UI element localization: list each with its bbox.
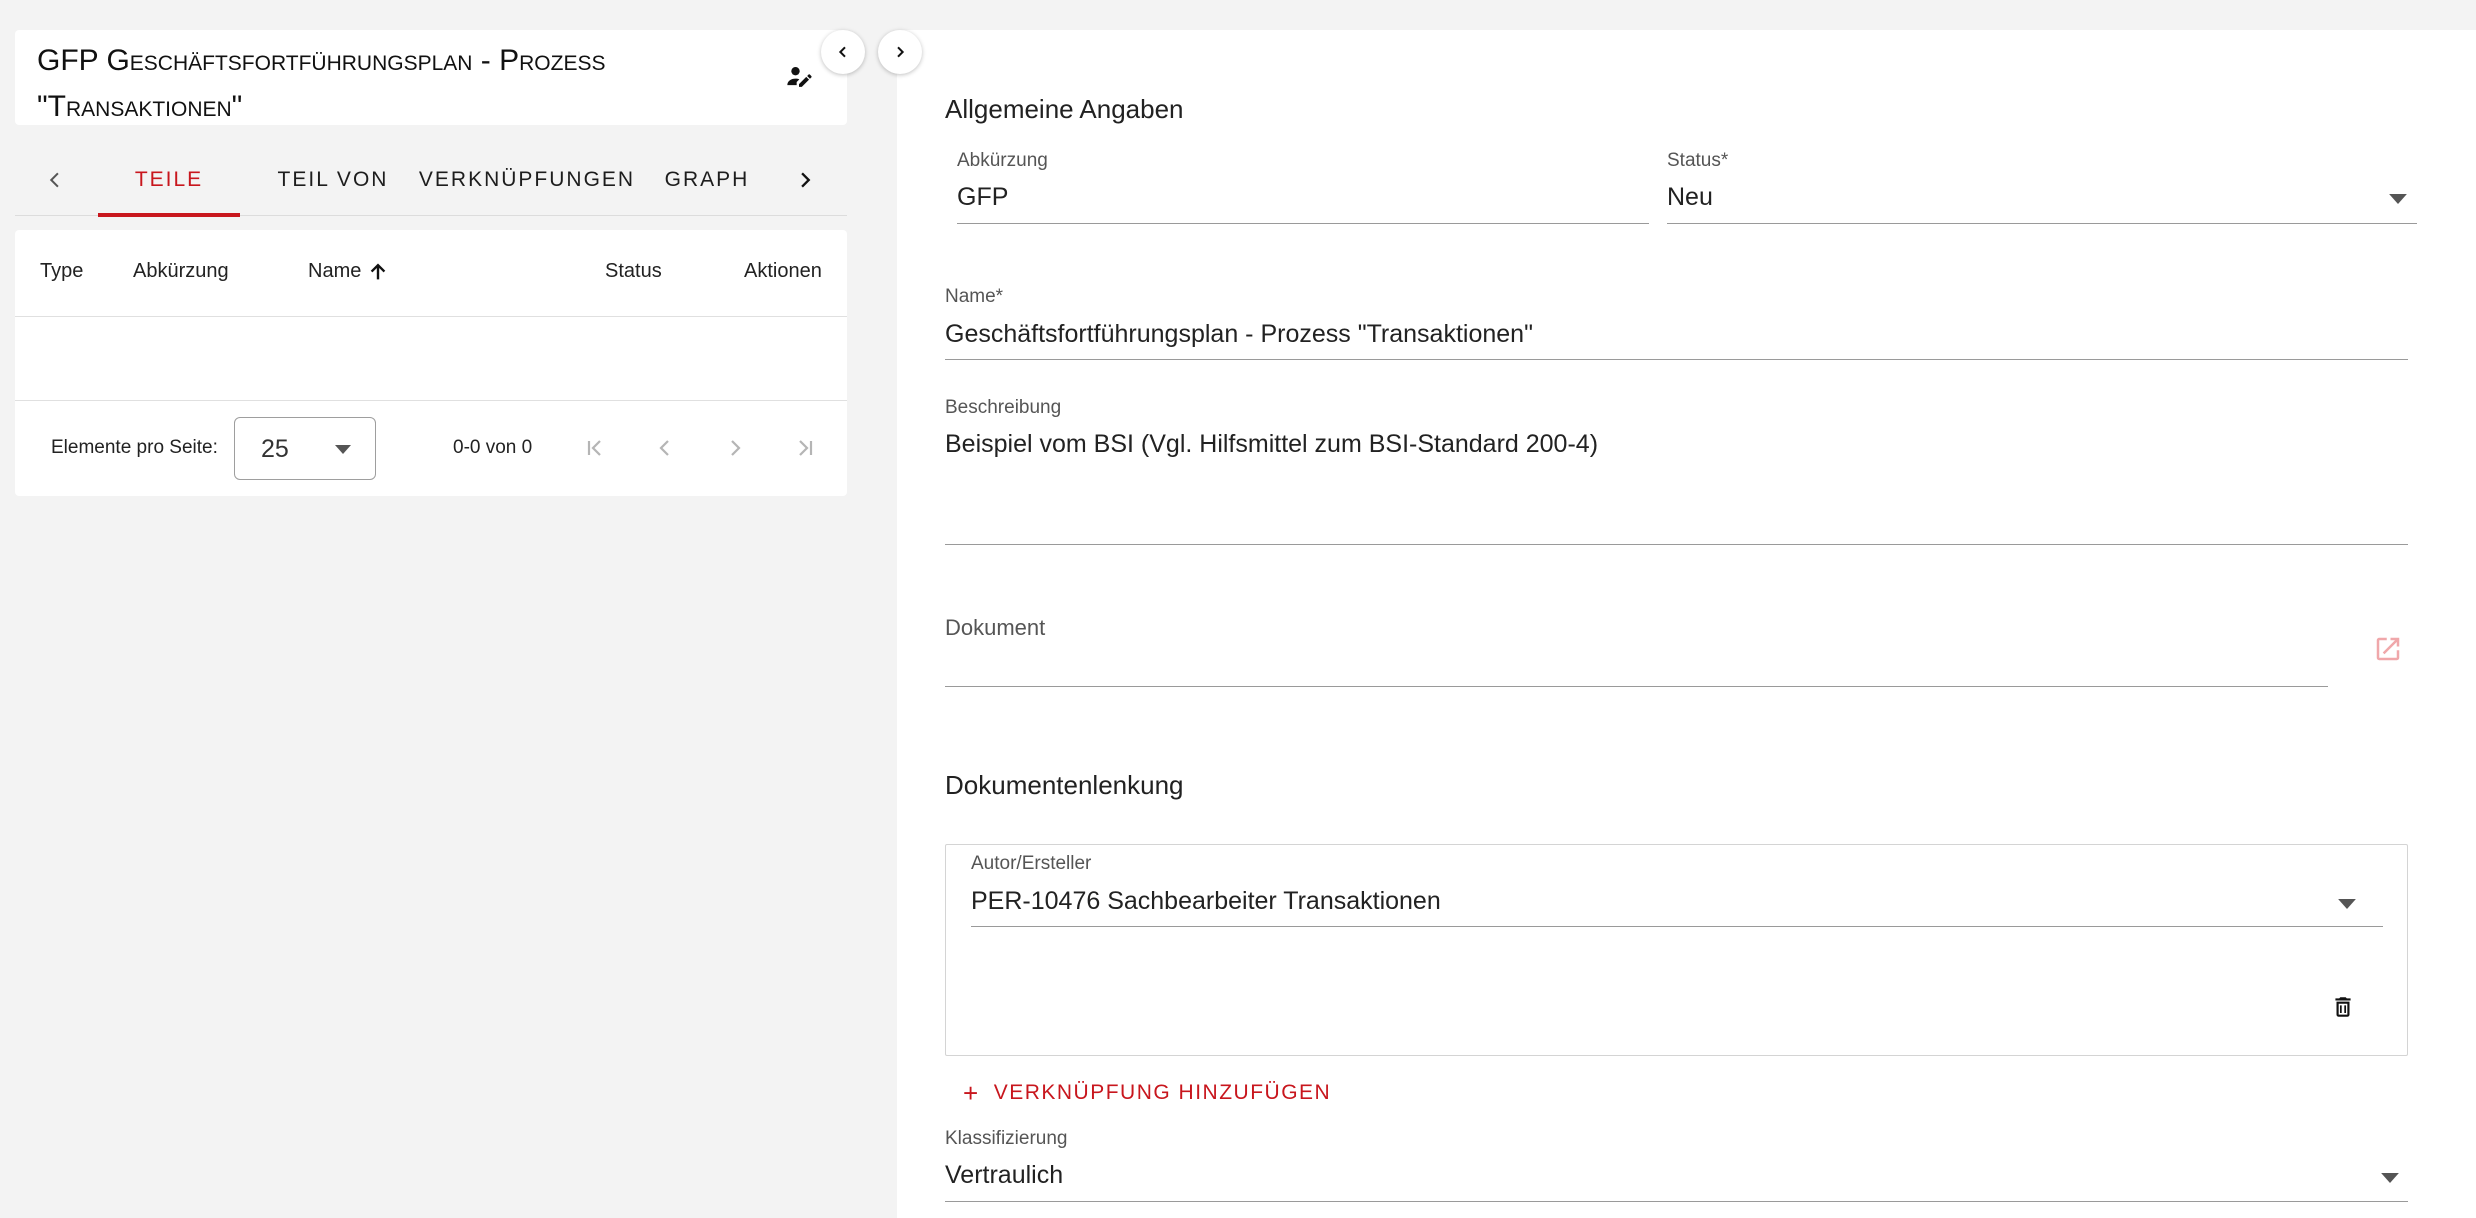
name-underline [945,359,2408,360]
classification-label: Klassifizierung [945,1128,1068,1149]
per-page-value: 25 [261,435,289,463]
collapse-left-button[interactable] [821,30,865,74]
title-card: GFP Geschäftsfortführungsplan - Prozess … [15,30,847,125]
description-label: Beschreibung [945,397,1062,418]
chevron-down-icon [335,445,351,454]
next-page-icon[interactable] [717,430,753,466]
page-title: GFP Geschäftsfortführungsplan - Prozess … [37,44,606,123]
chevron-down-icon[interactable] [2338,899,2356,909]
table-card: Type Abkürzung Name Status Aktionen Elem… [15,230,847,496]
document-input[interactable] [945,686,2328,687]
last-page-icon[interactable] [787,430,823,466]
table-header: Type Abkürzung Name Status Aktionen [15,230,847,317]
document-label: Dokument [945,615,1046,640]
tab-graph[interactable]: Graph [655,144,759,216]
tabs-bar: Teile Teil von Verknüpfungen Graph [15,144,847,217]
add-link-button[interactable]: + Verknüpfung hinzufügen [963,1080,1331,1106]
range-label: 0-0 von 0 [453,437,533,458]
name-input[interactable]: Geschäftsfortführungsplan - Prozess "Tra… [945,320,1533,349]
left-pane: GFP Geschäftsfortführungsplan - Prozess … [0,0,870,1218]
open-in-new-icon[interactable] [2373,634,2403,664]
description-textarea[interactable]: Beispiel vom BSI (Vgl. Hilfsmittel zum B… [945,430,1598,459]
column-header-aktionen: Aktionen [744,260,822,282]
section-title-general: Allgemeine Angaben [945,94,1184,124]
status-underline [1667,223,2417,224]
edit-person-icon[interactable] [785,63,813,91]
per-page-select[interactable]: 25 [234,417,376,480]
sort-arrow-up-icon [367,261,389,283]
author-underline [971,926,2383,927]
author-card: Autor/Ersteller PER-10476 Sachbearbeiter… [945,844,2408,1056]
paginator: Elemente pro Seite: 25 0-0 von 0 [15,401,847,496]
table-empty-row [15,317,847,401]
per-page-label: Elemente pro Seite: [51,437,218,458]
section-title-doc-control: Dokumentenlenkung [945,770,1184,800]
column-header-abkuerzung[interactable]: Abkürzung [133,260,229,283]
first-page-icon[interactable] [577,430,613,466]
author-label: Autor/Ersteller [971,853,1092,874]
chevron-down-icon[interactable] [2389,194,2407,204]
chevron-left-icon [835,44,851,60]
status-label: Status* [1667,150,1729,171]
add-link-label: Verknüpfung hinzufügen [993,1081,1332,1104]
abbreviation-input[interactable]: GFP [957,183,1008,212]
classification-select[interactable]: Vertraulich [945,1161,1063,1190]
previous-page-icon[interactable] [647,430,683,466]
chevron-right-icon [892,44,908,60]
trash-icon[interactable] [2330,993,2356,1021]
status-select[interactable]: Neu [1667,183,1713,212]
column-header-status[interactable]: Status [605,260,662,283]
plus-icon: + [963,1078,980,1108]
detail-form: Allgemeine Angaben Abkürzung GFP Status*… [897,30,2476,1218]
author-select[interactable]: PER-10476 Sachbearbeiter Transaktionen [971,887,1441,916]
tab-verknuepfungen[interactable]: Verknüpfungen [415,144,639,216]
tab-scroll-right-icon[interactable] [787,162,823,198]
abbreviation-underline [957,223,1649,224]
abbreviation-label: Abkürzung [957,150,1048,171]
expand-right-button[interactable] [878,30,922,74]
column-header-type[interactable]: Type [40,260,83,283]
name-label: Name* [945,286,1004,307]
column-header-name[interactable]: Name [308,260,389,283]
chevron-down-icon[interactable] [2381,1173,2399,1183]
tab-teil-von[interactable]: Teil von [258,144,408,216]
tab-teile[interactable]: Teile [98,144,240,217]
tab-scroll-left-icon[interactable] [37,162,73,198]
description-underline [945,544,2408,545]
classification-underline [945,1201,2408,1202]
